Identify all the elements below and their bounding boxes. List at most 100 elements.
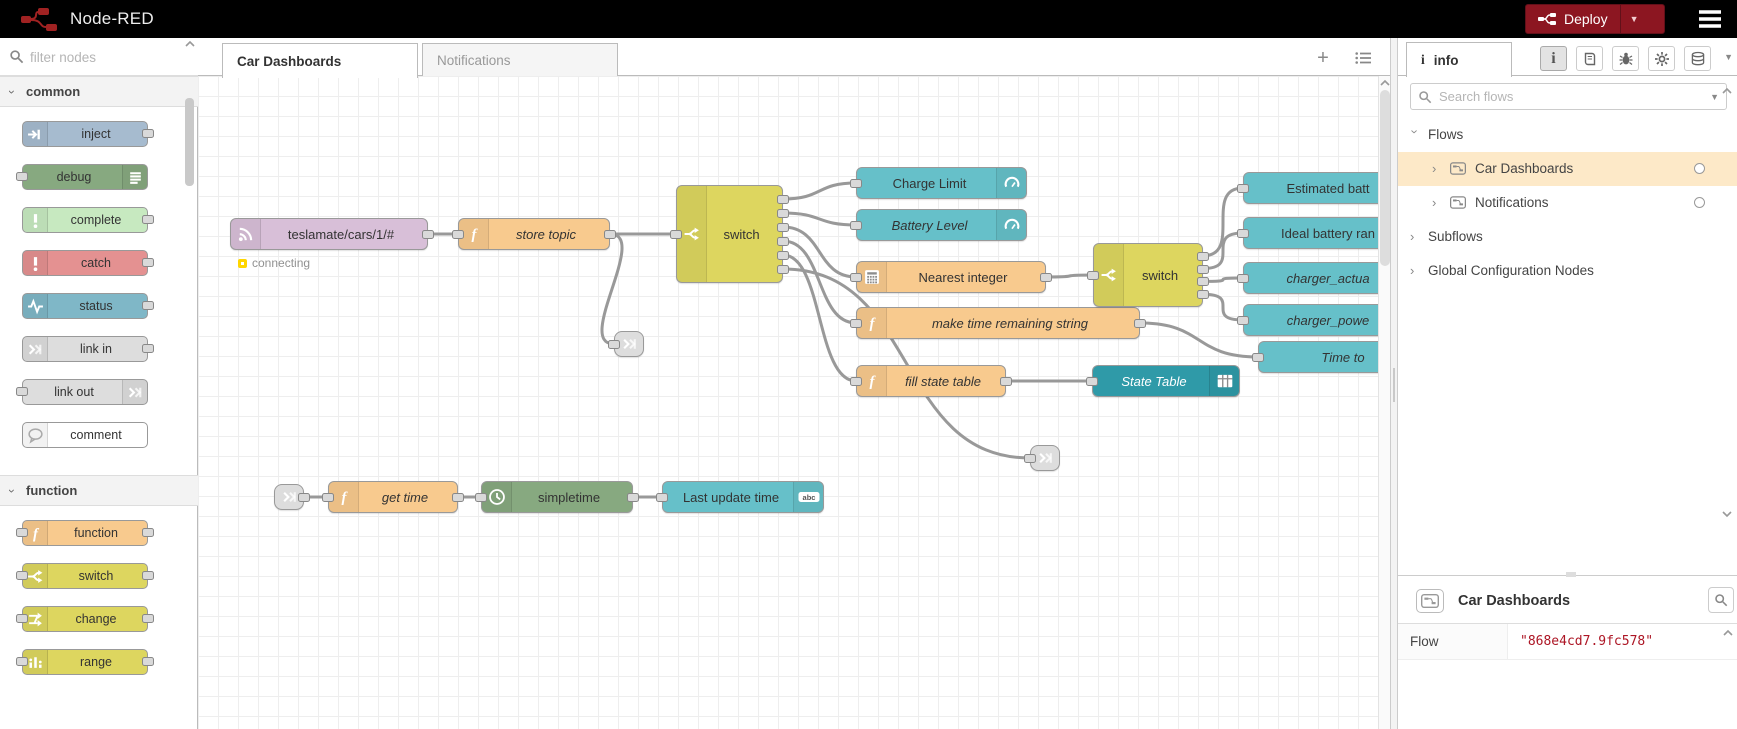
output-port[interactable] — [1000, 377, 1012, 386]
palette-scrollbar[interactable] — [185, 52, 195, 652]
input-port[interactable] — [322, 493, 334, 502]
tree-item-subflows[interactable]: ›Subflows — [1398, 220, 1737, 254]
output-port[interactable] — [142, 614, 154, 623]
input-port[interactable] — [850, 319, 862, 328]
palette-scroll-thumb[interactable] — [185, 98, 194, 186]
output-port[interactable] — [1040, 273, 1052, 282]
palette-node-debug[interactable]: debug — [22, 164, 148, 190]
output-port[interactable] — [298, 493, 310, 502]
palette-node-link-in[interactable]: link in — [22, 336, 148, 362]
output-port[interactable] — [777, 223, 789, 232]
node-last-update-time[interactable]: abcLast update time — [662, 481, 824, 513]
palette-node-complete[interactable]: complete — [22, 207, 148, 233]
output-port[interactable] — [777, 209, 789, 218]
input-port[interactable] — [656, 493, 668, 502]
deploy-dropdown-caret[interactable]: ▼ — [1630, 14, 1639, 24]
input-port[interactable] — [670, 230, 682, 239]
input-port[interactable] — [16, 172, 28, 181]
node-link[interactable] — [614, 331, 644, 357]
chevron-icon[interactable]: › — [1410, 263, 1420, 278]
node-make-time-remaining-string[interactable]: fmake time remaining string — [856, 307, 1140, 339]
output-port[interactable] — [627, 493, 639, 502]
input-port[interactable] — [1252, 353, 1264, 362]
output-port[interactable] — [604, 230, 616, 239]
input-port[interactable] — [16, 657, 28, 666]
wire[interactable] — [783, 269, 1030, 458]
output-port[interactable] — [142, 657, 154, 666]
node-time-to[interactable]: Time to — [1258, 341, 1390, 373]
output-port[interactable] — [777, 251, 789, 260]
node-charger-actua[interactable]: charger_actua — [1243, 262, 1390, 294]
tree-item-notifications[interactable]: ›Notifications — [1398, 186, 1737, 220]
palette-node-link-out[interactable]: link out — [22, 379, 148, 405]
input-port[interactable] — [16, 571, 28, 580]
palette-node-catch[interactable]: catch — [22, 250, 148, 276]
node-estimated-batt[interactable]: Estimated batt — [1243, 172, 1390, 204]
node-store-topic[interactable]: fstore topic — [458, 218, 610, 250]
output-port[interactable] — [142, 528, 154, 537]
hamburger-menu-icon[interactable] — [1698, 9, 1722, 29]
output-port[interactable] — [142, 571, 154, 580]
output-port[interactable] — [777, 265, 789, 274]
flow-tab-notifications[interactable]: Notifications — [422, 43, 618, 77]
output-port[interactable] — [1197, 252, 1209, 261]
tree-scroll-down-icon[interactable] — [1721, 510, 1733, 519]
palette-node-switch[interactable]: switch — [22, 563, 148, 589]
deploy-button[interactable]: Deploy ▼ — [1525, 4, 1665, 34]
flow-list-button[interactable] — [1350, 46, 1376, 70]
chevron-icon[interactable]: › — [1432, 195, 1442, 210]
node-switch[interactable]: switch — [1093, 243, 1203, 307]
output-port[interactable] — [142, 301, 154, 310]
chevron-icon[interactable]: › — [1432, 161, 1442, 176]
node-charger-powe[interactable]: charger_powe — [1243, 304, 1390, 336]
output-port[interactable] — [142, 258, 154, 267]
input-port[interactable] — [452, 230, 464, 239]
tree-item-global-configuration-nodes[interactable]: ›Global Configuration Nodes — [1398, 254, 1737, 288]
selection-search-button[interactable] — [1708, 587, 1734, 613]
node-state-table[interactable]: State Table — [1092, 365, 1240, 397]
search-flows-caret[interactable]: ▼ — [1710, 92, 1719, 102]
node-switch[interactable]: switch — [676, 185, 783, 283]
output-port[interactable] — [142, 344, 154, 353]
node-battery-level[interactable]: Battery Level — [856, 209, 1027, 241]
canvas-scrollbar[interactable] — [1378, 76, 1390, 729]
input-port[interactable] — [608, 340, 620, 349]
output-port[interactable] — [142, 215, 154, 224]
node-fill-state-table[interactable]: ffill state table — [856, 365, 1006, 397]
scroll-up-icon[interactable] — [1379, 78, 1390, 87]
input-port[interactable] — [1087, 271, 1099, 280]
output-port[interactable] — [1197, 265, 1209, 274]
flow-tab-car-dashboards[interactable]: Car Dashboards — [222, 43, 418, 78]
node-get-time[interactable]: fget time — [328, 481, 458, 513]
search-flows-input[interactable] — [1439, 87, 1699, 106]
sidebar-config-button[interactable] — [1648, 46, 1675, 71]
table-scroll-up-icon[interactable] — [1722, 628, 1734, 637]
canvas-scroll-thumb[interactable] — [1380, 90, 1390, 266]
wire[interactable] — [1140, 323, 1258, 357]
input-port[interactable] — [850, 221, 862, 230]
input-port[interactable] — [16, 528, 28, 537]
input-port[interactable] — [1024, 454, 1036, 463]
sidebar-help-button[interactable] — [1576, 46, 1603, 71]
flow-enable-toggle[interactable] — [1694, 163, 1705, 174]
output-port[interactable] — [1197, 277, 1209, 286]
add-flow-button[interactable]: + — [1310, 46, 1336, 70]
palette-node-function[interactable]: ffunction — [22, 520, 148, 546]
node-simpletime[interactable]: simpletime — [481, 481, 633, 513]
flow-canvas[interactable]: teslamate/cars/1/#connectingfstore topic… — [198, 76, 1390, 729]
output-port[interactable] — [1134, 319, 1146, 328]
filter-nodes-input[interactable] — [30, 46, 180, 68]
node-ideal-battery-ran[interactable]: Ideal battery ran — [1243, 217, 1390, 249]
sidebar-info-button[interactable]: i — [1540, 46, 1567, 71]
wire[interactable] — [1046, 275, 1093, 277]
node-link[interactable] — [274, 484, 304, 510]
node-charge-limit[interactable]: Charge Limit — [856, 167, 1027, 199]
input-port[interactable] — [1237, 316, 1249, 325]
tab-info[interactable]: i info — [1406, 42, 1512, 77]
palette-category-function[interactable]: ›function — [0, 475, 198, 506]
input-port[interactable] — [475, 493, 487, 502]
node-nearest-integer[interactable]: Nearest integer — [856, 261, 1046, 293]
sidebar-tabs-caret[interactable]: ▼ — [1724, 52, 1733, 62]
wire[interactable] — [783, 213, 856, 225]
scroll-up-icon[interactable] — [185, 40, 195, 48]
